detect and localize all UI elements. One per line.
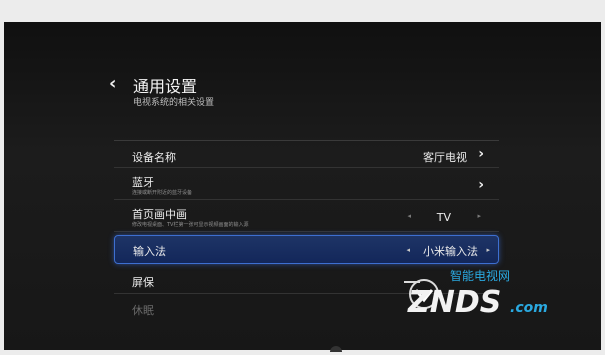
setting-description: 修改电视桌面、TV栏第一张可显示视频画面的输入源 [132,222,249,228]
setting-value: TV [436,211,451,224]
setting-row-home-pip[interactable]: 首页画中画 修改电视桌面、TV栏第一张可显示视频画面的输入源 ◂ TV ▸ [114,202,499,232]
watermark-cn-text: 智能电视网 [450,268,510,283]
setting-label: 首页画中画 [132,208,187,221]
setting-label: 休眠 [132,304,154,317]
watermark-brand-text: ZNDS [407,285,501,320]
setting-label: 屏保 [132,276,154,289]
setting-row-bluetooth[interactable]: 蓝牙 连接或断开附近的蓝牙设备 › [114,170,499,200]
caret-right-icon[interactable]: ▸ [477,212,481,220]
setting-label: 蓝牙 [132,176,154,189]
chevron-left-icon[interactable]: ‹ [109,75,123,93]
setting-value: 客厅电视 [423,151,467,164]
setting-label: 输入法 [133,245,166,258]
caret-left-icon[interactable]: ◂ [407,212,411,220]
divider [114,140,499,141]
caret-left-icon[interactable]: ◂ [406,246,410,254]
chevron-right-icon: › [478,146,484,162]
znds-watermark-logo: 智能电视网 ZNDS .com [404,268,548,320]
chevron-right-icon: › [478,177,484,193]
bottom-indicator [330,346,342,352]
page-title: 通用设置 [133,77,198,96]
setting-label: 设备名称 [132,151,176,164]
setting-row-device-name[interactable]: 设备名称 客厅电视 › [114,142,499,168]
watermark-domain-text: .com [510,300,548,316]
setting-value: 小米输入法 [423,245,478,258]
setting-description: 连接或断开附近的蓝牙设备 [132,190,193,196]
caret-right-icon[interactable]: ▸ [486,246,490,254]
page-subtitle: 电视系统的相关设置 [133,98,215,108]
photo-frame: ‹ 通用设置 电视系统的相关设置 设备名称 客厅电视 › 蓝牙 连接或断开附近的… [0,0,605,355]
